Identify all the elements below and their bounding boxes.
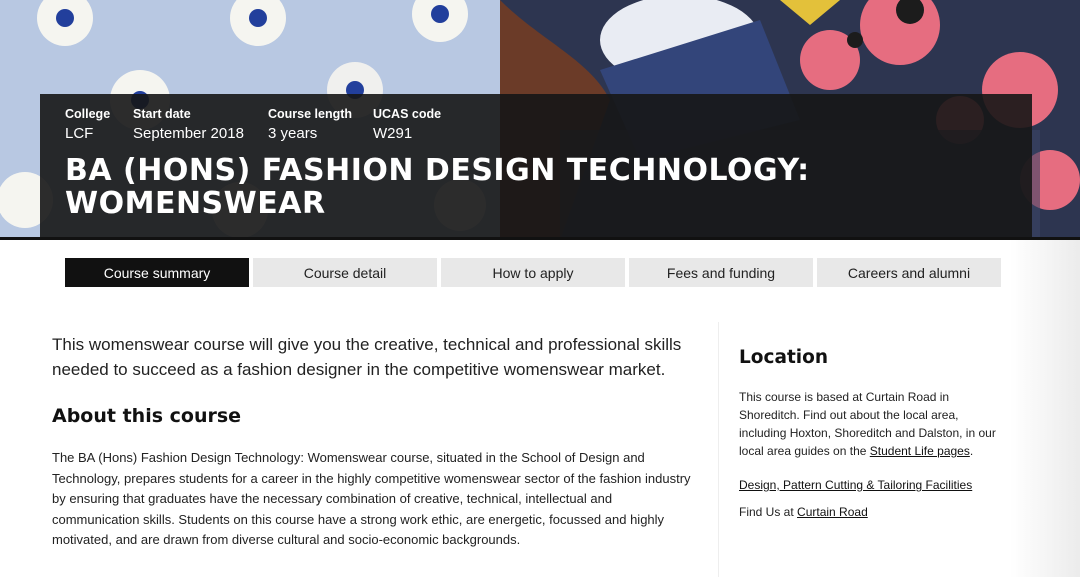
student-life-link[interactable]: Student Life pages (870, 444, 970, 458)
meta-ucas-code: UCAS code W291 (373, 106, 441, 144)
facilities-link[interactable]: Design, Pattern Cutting & Tailoring Faci… (739, 476, 972, 494)
course-tabs: Course summary Course detail How to appl… (65, 258, 1003, 287)
meta-value: LCF (65, 125, 94, 142)
tab-course-detail[interactable]: Course detail (253, 258, 437, 287)
hero-divider (0, 237, 1080, 240)
tab-how-to-apply[interactable]: How to apply (441, 258, 625, 287)
meta-label: Start date (133, 107, 191, 121)
meta-label: UCAS code (373, 107, 442, 121)
meta-label: Course length (268, 107, 353, 121)
meta-label: College (65, 107, 111, 121)
meta-value: September 2018 (133, 125, 244, 142)
about-body: The BA (Hons) Fashion Design Technology:… (52, 450, 691, 547)
about-heading: About this course (52, 405, 242, 427)
curtain-road-link[interactable]: Curtain Road (797, 505, 868, 519)
meta-course-length: Course length 3 years (268, 106, 352, 144)
right-edge-shadow (1010, 240, 1080, 577)
location-sidebar: Location This course is based at Curtain… (718, 322, 1018, 577)
meta-start-date: Start date September 2018 (133, 106, 244, 144)
page-title: BA (HONS) FASHION DESIGN TECHNOLOGY: WOM… (65, 153, 810, 221)
find-us-prefix: Find Us at (739, 505, 798, 519)
location-text: This course is based at Curtain Road in … (739, 388, 1004, 460)
location-period: . (969, 444, 974, 458)
tab-careers-and-alumni[interactable]: Careers and alumni (817, 258, 1001, 287)
meta-value: W291 (373, 125, 413, 142)
hero-banner: College LCF Start date September 2018 Co… (0, 0, 1080, 240)
course-intro: This womenswear course will give you the… (52, 335, 682, 379)
location-heading: Location (739, 347, 829, 368)
meta-college: College LCF (65, 106, 110, 144)
tab-fees-and-funding[interactable]: Fees and funding (629, 258, 813, 287)
find-us-text: Find Us at Curtain Road (739, 503, 868, 521)
course-info-box: College LCF Start date September 2018 Co… (40, 94, 1032, 238)
meta-value: 3 years (268, 125, 318, 142)
tab-course-summary[interactable]: Course summary (65, 258, 249, 287)
